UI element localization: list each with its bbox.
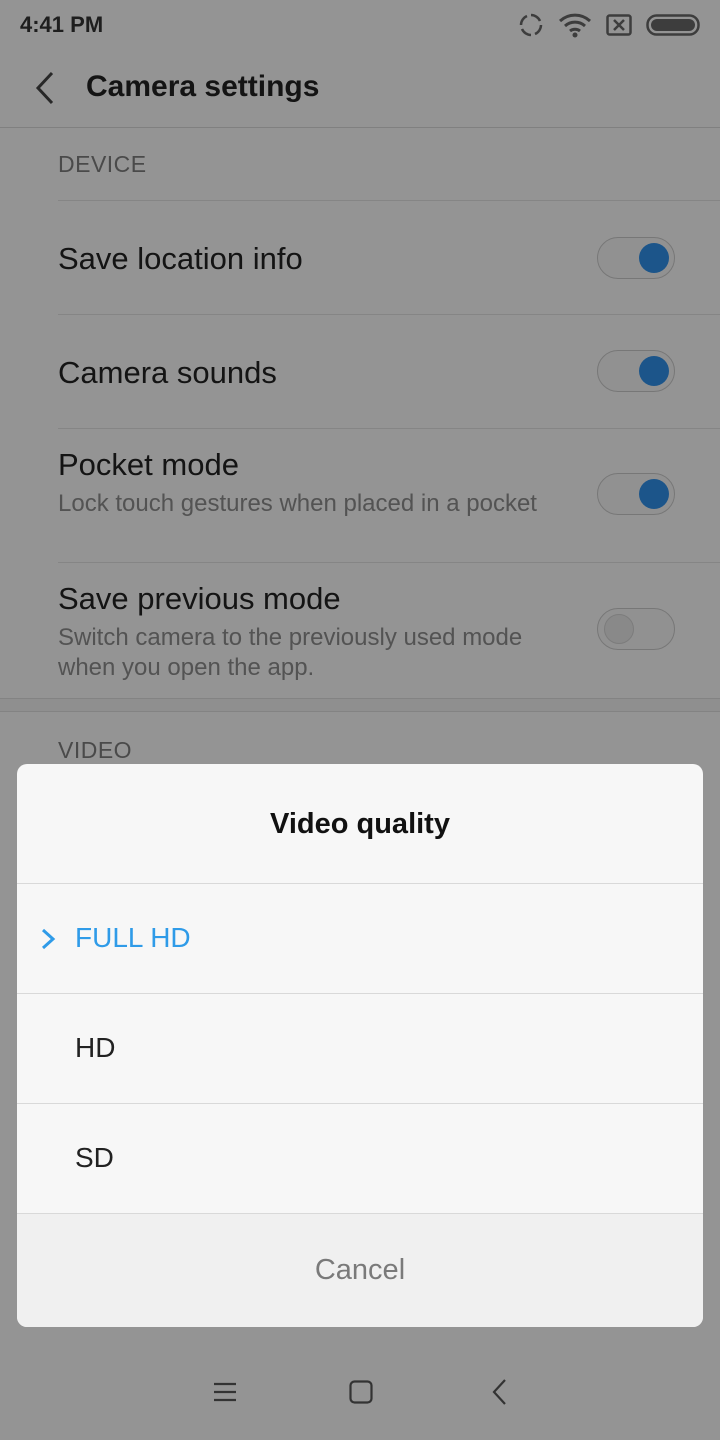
back-icon [492, 1379, 506, 1405]
back-nav-button[interactable] [477, 1370, 521, 1414]
home-button[interactable] [339, 1370, 383, 1414]
menu-icon [214, 1382, 236, 1402]
menu-button[interactable] [203, 1370, 247, 1414]
option-label: SD [75, 1142, 114, 1173]
option-full-hd[interactable]: FULL HD [17, 884, 703, 994]
cancel-button[interactable]: Cancel [17, 1214, 703, 1327]
option-sd[interactable]: SD [17, 1104, 703, 1214]
home-icon [349, 1380, 373, 1404]
cancel-label: Cancel [314, 1254, 406, 1286]
dialog-title: Video quality [270, 808, 450, 840]
option-label: HD [75, 1032, 116, 1063]
video-quality-dialog: Video quality FULL HD HD SD Cancel [17, 764, 703, 1327]
nav-bar [0, 1340, 720, 1440]
chevron-right-icon [41, 928, 56, 950]
option-label: FULL HD [75, 922, 191, 953]
option-hd[interactable]: HD [17, 994, 703, 1104]
